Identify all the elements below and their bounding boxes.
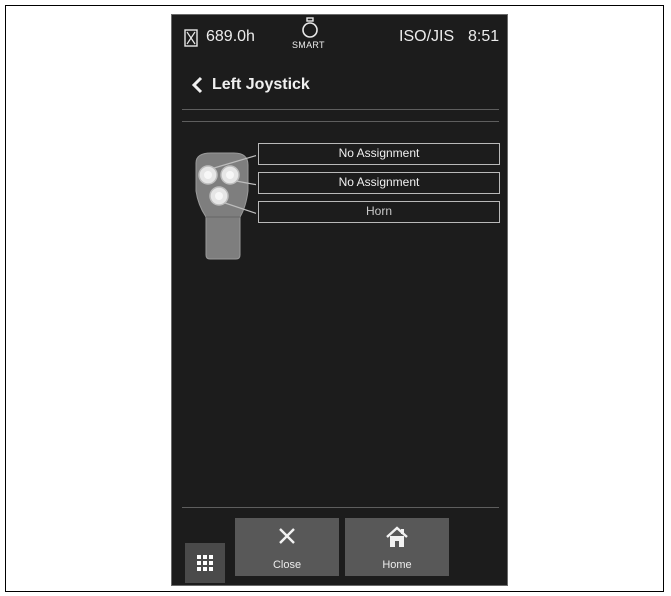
close-button-label: Close — [272, 559, 302, 571]
close-icon — [279, 528, 295, 544]
hourglass-icon — [184, 29, 198, 47]
menu-button[interactable] — [185, 543, 225, 583]
smart-mode-label: SMART — [292, 40, 325, 50]
header-divider — [182, 109, 499, 110]
header-divider-2 — [182, 121, 499, 122]
page-title: Left Joystick — [212, 76, 310, 93]
home-button[interactable]: Home — [345, 518, 449, 576]
control-pattern: ISO/JIS — [399, 28, 455, 45]
status-bar: 689.0h SMART ISO/JIS 8:51 — [172, 15, 507, 55]
assignment-button-2[interactable]: No Assignment — [258, 172, 500, 194]
home-icon — [386, 526, 408, 547]
assignment-button-3[interactable]: Horn — [258, 201, 500, 223]
clock: 8:51 — [468, 28, 500, 45]
footer-divider — [182, 507, 499, 508]
home-button-label: Home — [382, 559, 412, 571]
hour-meter: 689.0h — [206, 28, 255, 45]
assignment-button-1[interactable]: No Assignment — [258, 143, 500, 165]
close-button[interactable]: Close — [235, 518, 339, 576]
chevron-left-icon — [191, 76, 203, 94]
joystick-graphic — [195, 152, 256, 260]
display-screen: 689.0h SMART ISO/JIS 8:51 Left Joystick … — [171, 14, 508, 586]
back-button[interactable]: Left Joystick — [190, 71, 310, 99]
grid-menu-icon — [197, 555, 213, 571]
engine-icon — [302, 17, 318, 38]
